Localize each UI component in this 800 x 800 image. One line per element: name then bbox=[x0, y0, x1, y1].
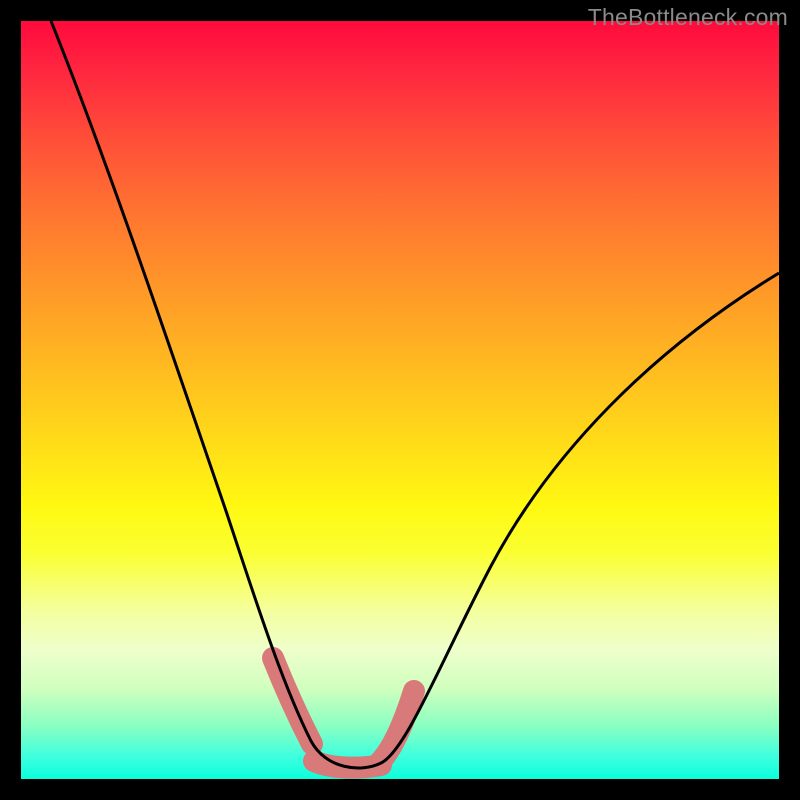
main-curve bbox=[51, 21, 779, 768]
bottleneck-curve bbox=[21, 21, 779, 779]
watermark-text: TheBottleneck.com bbox=[588, 4, 788, 31]
